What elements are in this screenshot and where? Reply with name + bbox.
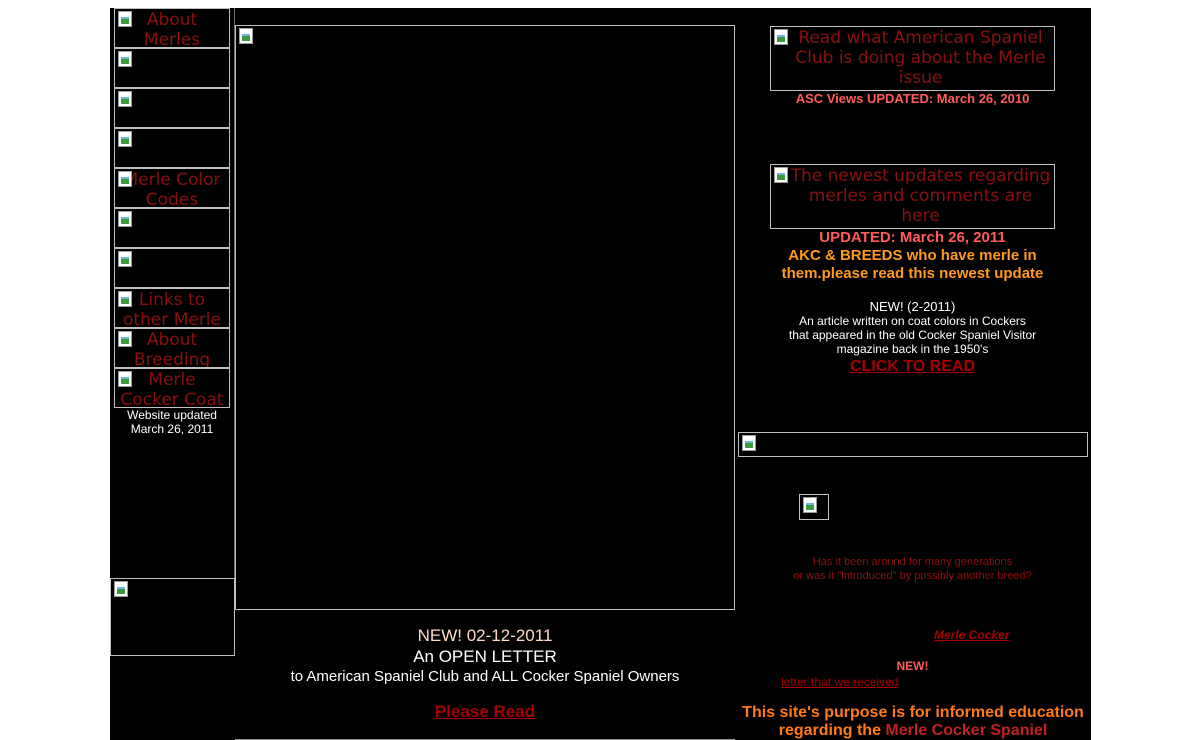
site-purpose: This site's purpose is for informed educ… (738, 704, 1088, 740)
open-letter-heading: An OPEN LETTER (413, 647, 557, 666)
broken-image-icon (118, 251, 132, 267)
question-line-2: or was it "introduced" by possibly anoth… (793, 570, 1032, 582)
please-read-link[interactable]: Please Read (435, 702, 535, 721)
broken-image-icon (118, 171, 132, 187)
asc-views-updated: ASC Views UPDATED: March 26, 2010 (795, 91, 1030, 106)
broken-image-icon (118, 91, 132, 107)
broken-image-icon (118, 11, 132, 27)
main-image (235, 25, 735, 610)
broken-image-icon (114, 581, 128, 597)
nav-label (115, 249, 229, 250)
purpose-highlight: Merle Cocker Spaniel (885, 722, 1048, 739)
broken-image-icon (118, 331, 132, 347)
merle-cocker-link-wrap: Merle Cocker (934, 628, 1009, 642)
click-to-read-wrap: CLICK TO READ (760, 358, 1065, 376)
nav-item-7[interactable] (114, 248, 230, 288)
purpose-line-2: regarding the Merle Cocker Spaniel (738, 722, 1088, 740)
nav-item-3[interactable] (114, 88, 230, 128)
right-wide-image (738, 432, 1088, 457)
click-to-read-link[interactable]: CLICK TO READ (850, 358, 975, 375)
purpose-line-1: This site's purpose is for informed educ… (742, 704, 1084, 721)
akc-breeds-line2: them.please read this newest update (781, 265, 1044, 282)
updated-line-1: Website updated (127, 408, 217, 422)
small-image (799, 494, 829, 520)
nav-merle-cocker-coat[interactable]: Merle Cocker Coat (114, 368, 230, 408)
nav-label (115, 89, 229, 90)
asc-image-alt: Read what American Spaniel Club is doing… (795, 28, 1046, 88)
broken-image-icon (742, 435, 756, 451)
akc-breeds-line1: AKC & BREEDS who have merle in (788, 247, 1037, 264)
nav-item-2[interactable] (114, 48, 230, 88)
article-line-2: that appeared in the old Cocker Spaniel … (788, 328, 1037, 342)
nav-item-4[interactable] (114, 128, 230, 168)
nav-label (115, 209, 229, 210)
nav-about-merles[interactable]: About Merles (114, 8, 230, 48)
nav-label: About Merles (143, 10, 201, 48)
article-line-3: magazine back in the 1950's (836, 342, 989, 356)
broken-image-icon (239, 28, 253, 44)
broken-image-icon (774, 29, 788, 45)
new-label: NEW! (896, 659, 929, 673)
article-line-1: An article written on coat colors in Coc… (799, 314, 1026, 328)
nav-label: Merle Color Codes (123, 170, 221, 208)
nav-links-other-merle[interactable]: Links to other Merle (114, 288, 230, 328)
letter-received-link[interactable]: letter that we received (781, 675, 898, 689)
nav-merle-color-codes[interactable]: Merle Color Codes (114, 168, 230, 208)
broken-image-icon (803, 497, 817, 513)
website-updated-note: Website updated March 26, 2011 (114, 408, 230, 436)
sidebar-bottom-image (110, 578, 235, 656)
nav-label: Links to other Merle (123, 290, 221, 328)
broken-image-icon (118, 371, 132, 387)
broken-image-icon (118, 291, 132, 307)
updated-date: UPDATED: March 26, 2011 (819, 229, 1006, 246)
open-letter-recipients: to American Spaniel Club and ALL Cocker … (290, 668, 680, 685)
updates-image-alt: The newest updates regarding merles and … (790, 166, 1051, 226)
purpose-prefix: regarding the (778, 722, 886, 739)
broken-image-icon (118, 51, 132, 67)
merle-cocker-link[interactable]: Merle Cocker (934, 628, 1009, 642)
page: About Merles Merle Color Codes Links to … (110, 8, 1091, 740)
new-article-label: NEW! (2-2011) (869, 299, 956, 314)
broken-image-icon (118, 211, 132, 227)
open-letter-date: NEW! 02-12-2011 (417, 626, 553, 645)
letter-link-wrap: letter that we received (781, 675, 898, 689)
asc-image-link[interactable]: Read what American Spaniel Club is doing… (770, 26, 1055, 91)
nav-label (115, 49, 229, 50)
please-read-wrap: Please Read (235, 702, 735, 722)
nav-label: Merle Cocker Coat (120, 370, 224, 408)
nav-about-breeding[interactable]: About Breeding (114, 328, 230, 368)
broken-image-icon (118, 131, 132, 147)
updates-image-link[interactable]: The newest updates regarding merles and … (770, 164, 1055, 229)
nav-label (115, 129, 229, 130)
nav-item-6[interactable] (114, 208, 230, 248)
nav-label: About Breeding (133, 330, 211, 368)
broken-image-icon (774, 167, 788, 183)
question-text: Has it been around for many generations … (760, 555, 1065, 583)
article-description: An article written on coat colors in Coc… (760, 314, 1065, 356)
updated-line-2: March 26, 2011 (130, 422, 214, 436)
question-line-1: Has it been around for many generations (812, 556, 1013, 568)
